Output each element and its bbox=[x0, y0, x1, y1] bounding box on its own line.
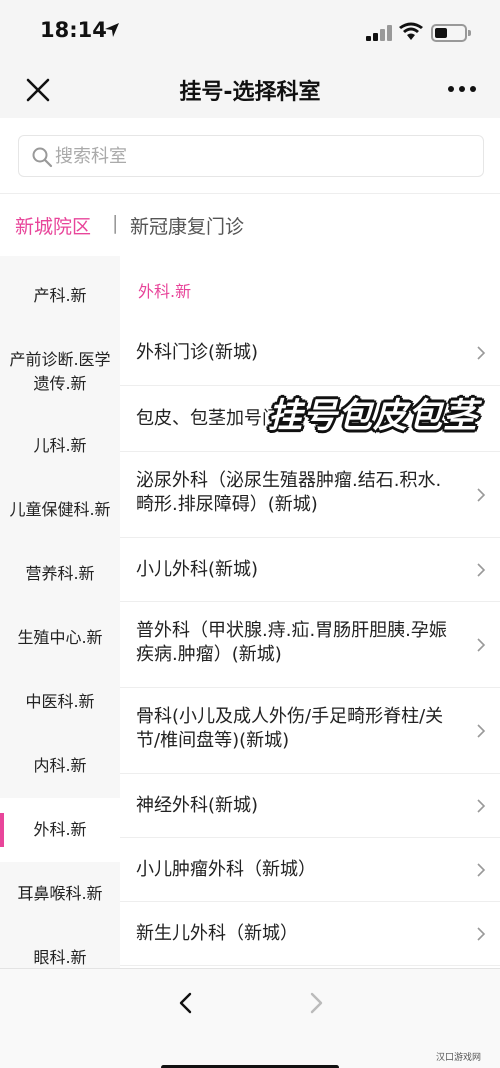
search-box[interactable] bbox=[18, 135, 484, 177]
sidebar-item-pediatrics[interactable]: 儿科.新 bbox=[0, 414, 120, 478]
list-item-label: 骨科(小儿及成人外伤/手足畸形脊柱/关节/椎间盘等)(新城) bbox=[136, 706, 444, 751]
campus-tabs: 新城院区 | 新冠康复门诊 bbox=[0, 194, 500, 256]
tab-xincheng-campus[interactable]: 新城院区 bbox=[15, 212, 91, 239]
wifi-icon bbox=[399, 22, 423, 40]
list-item-label: 泌尿外科（泌尿生殖器肿瘤.结石.积水.畸形.排尿障碍）(新城) bbox=[136, 470, 442, 515]
sidebar-item-obstetrics[interactable]: 产科.新 bbox=[0, 264, 120, 328]
chevron-right-icon bbox=[477, 724, 486, 738]
sidebar-item-label: 营养科.新 bbox=[25, 564, 95, 583]
signal-icon bbox=[366, 25, 392, 41]
location-arrow-icon bbox=[105, 23, 119, 37]
sidebar-item-label: 儿童保健科.新 bbox=[9, 500, 111, 519]
list-item-label: 外科门诊(新城) bbox=[136, 342, 259, 363]
sidebar-item-tcm[interactable]: 中医科.新 bbox=[0, 670, 120, 734]
watermark-overlay: 挂号包皮包茎 bbox=[268, 396, 478, 436]
status-bar: 18:14 bbox=[0, 0, 500, 62]
chevron-right-icon bbox=[477, 799, 486, 813]
search-input[interactable] bbox=[55, 136, 455, 176]
sidebar-item-reproductive-center[interactable]: 生殖中心.新 bbox=[0, 606, 120, 670]
section-header: 外科.新 bbox=[120, 256, 500, 320]
sidebar-item-ent[interactable]: 耳鼻喉科.新 bbox=[0, 862, 120, 926]
list-item[interactable]: 普外科（甲状腺.痔.疝.胃肠肝胆胰.孕娠疾病.肿瘤）(新城) bbox=[120, 602, 500, 688]
sidebar-item-label: 产前诊断.医学遗传.新 bbox=[9, 350, 111, 393]
sidebar-item-prenatal-genetics[interactable]: 产前诊断.医学遗传.新 bbox=[0, 336, 120, 408]
sidebar-item-nutrition[interactable]: 营养科.新 bbox=[0, 542, 120, 606]
list-item[interactable]: 新生儿外科（新城） bbox=[120, 902, 500, 966]
tab-covid-rehab-clinic[interactable]: 新冠康复门诊 bbox=[130, 212, 244, 239]
sidebar-item-label: 产科.新 bbox=[33, 286, 87, 305]
list-item[interactable]: 泌尿外科（泌尿生殖器肿瘤.结石.积水.畸形.排尿障碍）(新城) bbox=[120, 452, 500, 538]
active-indicator bbox=[0, 813, 4, 847]
sidebar-item-label: 外科.新 bbox=[33, 820, 87, 839]
list-item[interactable]: 外科门诊(新城) bbox=[120, 320, 500, 386]
sidebar-item-child-health[interactable]: 儿童保健科.新 bbox=[0, 478, 120, 542]
more-icon[interactable] bbox=[448, 86, 478, 96]
list-item-label: 新生儿外科（新城） bbox=[136, 923, 298, 944]
list-item-label: 小儿肿瘤外科（新城） bbox=[136, 859, 316, 880]
chevron-right-icon bbox=[477, 638, 486, 652]
back-arrow-icon[interactable] bbox=[174, 991, 198, 1015]
nav-bar: 挂号-选择科室 bbox=[0, 62, 500, 118]
chevron-right-icon bbox=[477, 863, 486, 877]
sidebar-item-label: 中医科.新 bbox=[25, 692, 95, 711]
list-item[interactable]: 神经外科(新城) bbox=[120, 774, 500, 838]
list-item[interactable]: 小儿外科(新城) bbox=[120, 538, 500, 602]
department-sidebar: 产科.新 产前诊断.医学遗传.新 儿科.新 儿童保健科.新 营养科.新 生殖中心… bbox=[0, 256, 120, 968]
chevron-right-icon bbox=[477, 488, 486, 502]
status-time: 18:14 bbox=[40, 18, 107, 42]
sidebar-item-internal-medicine[interactable]: 内科.新 bbox=[0, 734, 120, 798]
bottom-toolbar bbox=[0, 968, 500, 1068]
list-item-label: 小儿外科(新城) bbox=[136, 559, 259, 580]
sidebar-item-ophthalmology[interactable]: 眼科.新 bbox=[0, 926, 120, 968]
sidebar-item-label: 内科.新 bbox=[33, 756, 87, 775]
battery-icon bbox=[431, 24, 467, 42]
search-bar bbox=[0, 118, 500, 194]
chevron-right-icon bbox=[477, 346, 486, 360]
sidebar-item-surgery[interactable]: 外科.新 bbox=[0, 798, 120, 862]
chevron-right-icon bbox=[477, 927, 486, 941]
chevron-right-icon bbox=[477, 563, 486, 577]
search-icon bbox=[32, 147, 53, 168]
page-title: 挂号-选择科室 bbox=[179, 80, 321, 105]
sidebar-item-label: 眼科.新 bbox=[33, 948, 87, 967]
battery-cap bbox=[468, 30, 471, 36]
section-title: 外科.新 bbox=[138, 282, 192, 301]
sidebar-item-label: 生殖中心.新 bbox=[17, 628, 103, 647]
sidebar-item-label: 儿科.新 bbox=[33, 436, 87, 455]
site-logo: 汉口游戏网 bbox=[436, 1053, 482, 1063]
tab-separator: | bbox=[112, 212, 119, 234]
sidebar-item-label: 耳鼻喉科.新 bbox=[17, 884, 103, 903]
list-item[interactable]: 小儿肿瘤外科（新城） bbox=[120, 838, 500, 902]
department-list: 外科.新 外科门诊(新城) 包皮、包茎加号门诊 泌尿外科（泌尿生殖器肿瘤.结石.… bbox=[120, 256, 500, 968]
list-item-label: 神经外科(新城) bbox=[136, 795, 259, 816]
list-item-label: 普外科（甲状腺.痔.疝.胃肠肝胆胰.孕娠疾病.肿瘤）(新城) bbox=[136, 620, 447, 665]
forward-arrow-icon[interactable] bbox=[304, 991, 328, 1015]
list-item[interactable]: 骨科(小儿及成人外伤/手足畸形脊柱/关节/椎间盘等)(新城) bbox=[120, 688, 500, 774]
